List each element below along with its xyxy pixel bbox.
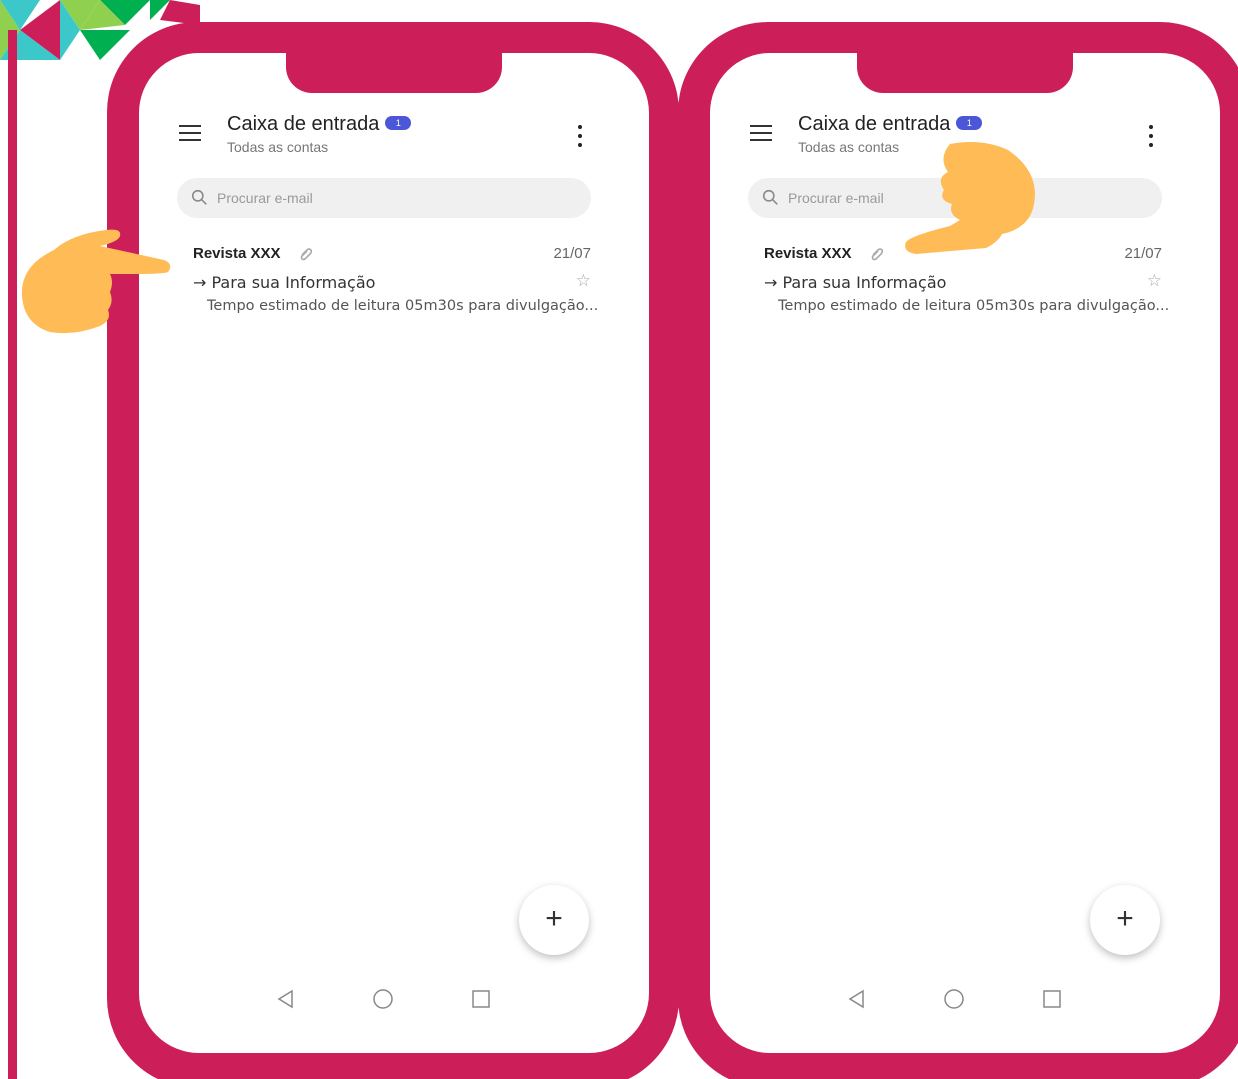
- kebab-menu-icon[interactable]: [1148, 125, 1154, 151]
- phone-frame-left: Caixa de entrada 1 Todas as contas Procur…: [107, 22, 679, 1079]
- phone-notch: [857, 53, 1073, 93]
- app-header: Caixa de entrada 1 Todas as contas: [139, 113, 649, 173]
- account-subtitle: Todas as contas: [227, 139, 329, 155]
- recents-icon[interactable]: [470, 988, 492, 1010]
- search-input[interactable]: Procurar e-mail: [177, 178, 591, 218]
- phone-notch: [286, 53, 502, 93]
- home-icon[interactable]: [943, 988, 965, 1010]
- hamburger-menu-icon[interactable]: [179, 125, 201, 143]
- paperclip-icon: [871, 248, 884, 261]
- pointing-hand-icon: [21, 229, 171, 334]
- hamburger-menu-icon[interactable]: [750, 125, 772, 143]
- title-block: Caixa de entrada 1 Todas as contas: [227, 113, 412, 155]
- compose-button[interactable]: +: [1090, 885, 1160, 955]
- system-nav-bar: [139, 983, 649, 1013]
- pointing-hand-icon: [905, 142, 1035, 254]
- page-title: Caixa de entrada: [227, 113, 380, 135]
- unread-badge: 1: [956, 116, 983, 130]
- search-icon: [191, 189, 207, 205]
- paperclip-icon: [300, 248, 313, 261]
- phone-screen: Caixa de entrada 1 Todas as contas Procur…: [139, 53, 649, 1053]
- search-placeholder: Procurar e-mail: [217, 190, 313, 206]
- mail-sender: Revista XXX: [764, 245, 852, 262]
- search-icon: [762, 189, 778, 205]
- search-placeholder: Procurar e-mail: [788, 190, 884, 206]
- recents-icon[interactable]: [1041, 988, 1063, 1010]
- mail-subject: → Para sua Informação: [193, 273, 376, 292]
- compose-button[interactable]: +: [519, 885, 589, 955]
- mail-preview: Tempo estimado de leitura 05m30s para di…: [778, 298, 1170, 314]
- star-icon[interactable]: ☆: [1147, 271, 1162, 291]
- mail-date: 21/07: [1124, 245, 1162, 262]
- mail-sender: Revista XXX: [193, 245, 281, 262]
- home-icon[interactable]: [372, 988, 394, 1010]
- star-icon[interactable]: ☆: [576, 271, 591, 291]
- left-accent-bar: [8, 30, 17, 1079]
- kebab-menu-icon[interactable]: [577, 125, 583, 151]
- mail-list-item[interactable]: Revista XXX 21/07 → Para sua Informação …: [191, 245, 601, 325]
- back-icon[interactable]: [846, 988, 868, 1010]
- tutorial-canvas: Caixa de entrada 1 Todas as contas Procur…: [0, 0, 1238, 1079]
- unread-badge: 1: [385, 116, 412, 130]
- back-icon[interactable]: [275, 988, 297, 1010]
- mail-subject: → Para sua Informação: [764, 273, 947, 292]
- mail-date: 21/07: [553, 245, 591, 262]
- system-nav-bar: [710, 983, 1220, 1013]
- page-title: Caixa de entrada: [798, 113, 951, 135]
- mail-preview: Tempo estimado de leitura 05m30s para di…: [207, 298, 599, 314]
